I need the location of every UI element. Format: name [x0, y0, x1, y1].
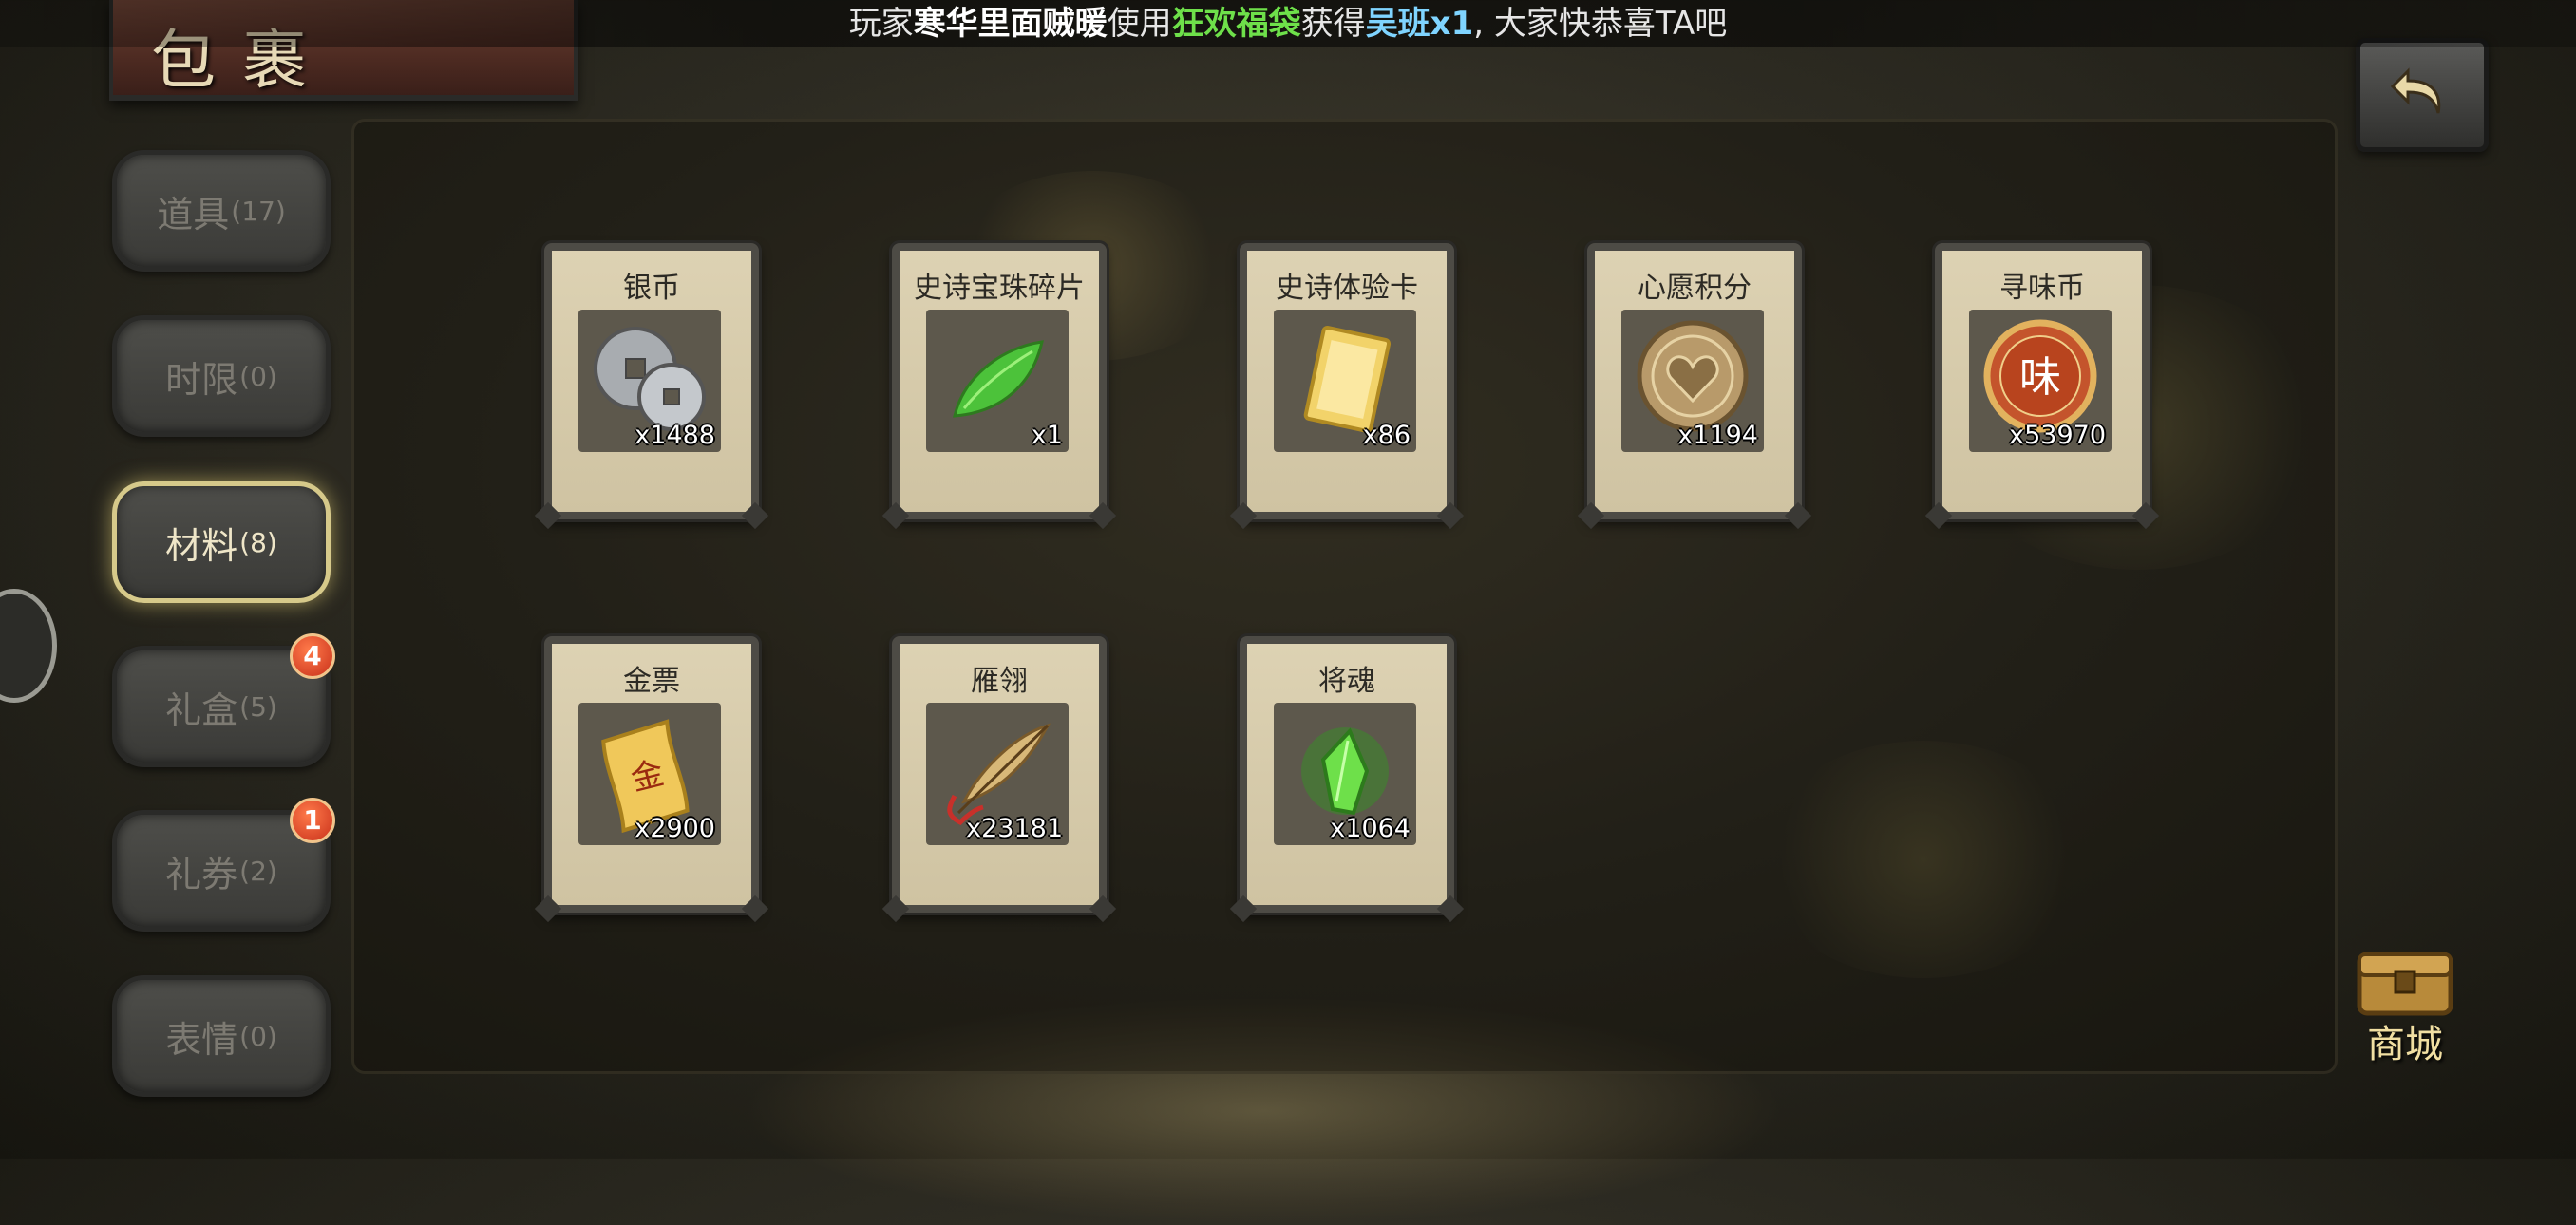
item-slot: x1194	[1621, 310, 1764, 452]
tab-count: (17)	[231, 195, 286, 227]
tab-timed[interactable]: 时限 (0)	[112, 315, 331, 437]
shop-button[interactable]: 商城	[2339, 935, 2472, 1068]
item-card-flavor-coin[interactable]: 寻味币 味 x53970	[1935, 243, 2150, 519]
item-quantity: x1194	[1677, 421, 1758, 450]
notification-badge: 4	[290, 633, 335, 679]
marquee-player: 寒华里面贼暖	[913, 5, 1108, 43]
tab-items[interactable]: 道具 (17)	[112, 150, 331, 272]
item-quantity: x53970	[2009, 421, 2106, 450]
item-card-wish-points[interactable]: 心愿积分 x1194	[1587, 243, 1802, 519]
item-name: 心愿积分	[1638, 272, 1752, 305]
item-name: 银币	[623, 272, 680, 305]
item-slot: x1488	[578, 310, 721, 452]
item-quantity: x1	[1031, 421, 1063, 450]
tab-count: (0)	[239, 360, 277, 392]
tab-count: (2)	[239, 855, 277, 887]
tab-label: 表情	[165, 1018, 238, 1061]
tab-count: (8)	[239, 526, 277, 558]
item-name: 将魂	[1318, 665, 1375, 698]
tab-count: (0)	[239, 1020, 277, 1052]
tab-label: 道具	[157, 193, 230, 236]
marquee-suffix: , 大家快恭喜TA吧	[1473, 5, 1728, 43]
flavor-coin-glyph: 味	[2019, 353, 2061, 402]
tab-vouchers[interactable]: 礼券 (2) 1	[112, 798, 335, 932]
item-card-general-soul[interactable]: 将魂 x1064	[1240, 636, 1454, 913]
item-quantity: x86	[1362, 421, 1411, 450]
tab-emotes[interactable]: 表情 (0)	[112, 975, 331, 1097]
tab-materials[interactable]: 材料 (8)	[112, 481, 331, 603]
item-quantity: x2900	[635, 814, 715, 843]
item-card-epic-trial-card[interactable]: 史诗体验卡 x86	[1240, 243, 1454, 519]
back-arrow-icon	[2390, 67, 2441, 114]
item-slot: x23181	[926, 703, 1069, 845]
item-slot: 味 x53970	[1969, 310, 2112, 452]
item-slot: x86	[1274, 310, 1416, 452]
marquee-item-used: 狂欢福袋	[1171, 5, 1301, 43]
item-slot: x1064	[1274, 703, 1416, 845]
tab-count: (5)	[239, 690, 277, 723]
item-card-goose-feather[interactable]: 雁翎 x23181	[892, 636, 1107, 913]
tab-gift-box[interactable]: 礼盒 (5) 4	[112, 633, 335, 767]
marquee-prefix: 玩家	[848, 5, 914, 43]
item-slot: 金 x2900	[578, 703, 721, 845]
item-quantity: x1064	[1330, 814, 1411, 843]
item-quantity: x23181	[966, 814, 1063, 843]
shop-label: 商城	[2367, 1023, 2443, 1066]
tab-label: 材料	[165, 524, 238, 567]
marquee-reward: 吴班x1	[1365, 5, 1474, 43]
item-slot: x1	[926, 310, 1069, 452]
tab-label: 时限	[165, 358, 238, 401]
back-button[interactable]	[2356, 38, 2489, 152]
item-quantity: x1488	[635, 421, 715, 450]
notification-badge: 1	[290, 798, 335, 843]
tab-label: 礼券	[165, 853, 238, 895]
item-card-epic-orb-fragment[interactable]: 史诗宝珠碎片 x1	[892, 243, 1107, 519]
tab-label: 礼盒	[165, 688, 238, 731]
item-name: 雁翎	[971, 665, 1028, 698]
item-name: 金票	[623, 665, 680, 698]
item-name: 史诗宝珠碎片	[914, 272, 1085, 305]
marquee-use: 使用	[1107, 5, 1172, 43]
item-card-silver-coins[interactable]: 银币 x1488	[544, 243, 759, 519]
marquee-get: 获得	[1300, 5, 1366, 43]
item-card-gold-ticket[interactable]: 金票 金 x2900	[544, 636, 759, 913]
side-menu-handle[interactable]	[0, 589, 57, 703]
item-name: 寻味币	[1999, 272, 2085, 305]
broadcast-marquee: 玩家寒华里面贼暖使用狂欢福袋获得吴班x1, 大家快恭喜TA吧	[0, 0, 2576, 47]
item-name: 史诗体验卡	[1276, 272, 1418, 305]
